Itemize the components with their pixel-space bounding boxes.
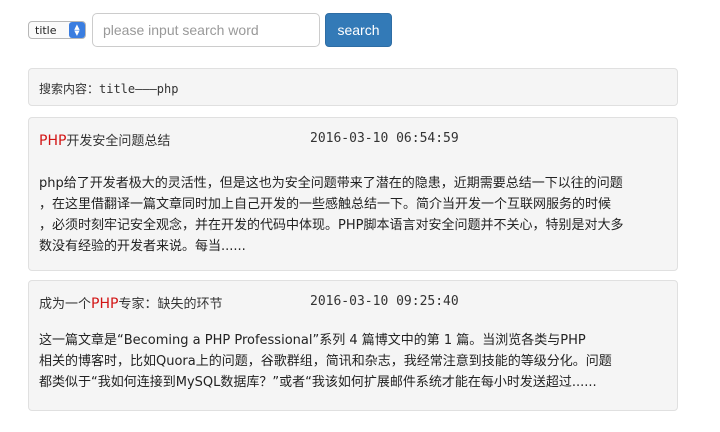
- result-summary: 这一篇文章是“Becoming a PHP Professional”系列 4 …: [39, 330, 669, 393]
- search-query-panel: 搜索内容：title———php: [28, 68, 678, 106]
- search-field-selected-value: title: [35, 23, 57, 37]
- result-title-highlight: PHP: [39, 133, 67, 149]
- result-title-highlight: PHP: [91, 296, 119, 312]
- result-date: 2016-03-10 09:25:40: [310, 294, 459, 309]
- result-title[interactable]: PHP开发安全问题总结: [39, 130, 170, 150]
- summary-line: 都类似于“我如何连接到MySQL数据库？”或者“我该如何扩展邮件系统才能在每小时…: [39, 375, 597, 390]
- search-bar: title ▲▼ search: [28, 13, 392, 47]
- summary-line: ，必须时刻牢记安全观念，并在开发的代码中体现。PHP脚本语言对安全问题并不关心，…: [39, 218, 624, 233]
- search-field-select[interactable]: title ▲ ▼: [28, 21, 86, 39]
- result-summary: php给了开发者极大的灵活性，但是这也为安全问题带来了潜在的隐患，近期需要总结一…: [39, 173, 669, 257]
- result-item: PHP开发安全问题总结 2016-03-10 06:54:59 php给了开发者…: [28, 117, 678, 271]
- result-title-suffix: 开发安全问题总结: [66, 134, 171, 149]
- result-date: 2016-03-10 06:54:59: [310, 131, 459, 146]
- result-item: 成为一个PHP专家：缺失的环节 2016-03-10 09:25:40 这一篇文…: [28, 280, 678, 411]
- summary-line: ，在这里借翻译一篇文章同时加上自己开发的一些感触总结一下。简介当开发一个互联网服…: [39, 197, 612, 212]
- select-arrows-icon: ▲ ▼: [69, 22, 85, 38]
- result-title[interactable]: 成为一个PHP专家：缺失的环节: [39, 293, 222, 313]
- summary-line: 相关的博客时，比如Quora上的问题，谷歌群组，简讯和杂志，我经常注意到技能的等…: [39, 354, 612, 369]
- result-title-suffix: 专家：缺失的环节: [118, 297, 223, 312]
- summary-line: 这一篇文章是“Becoming a PHP Professional”系列 4 …: [39, 333, 586, 348]
- summary-line: 数没有经验的开发者来说。每当......: [39, 239, 246, 254]
- summary-line: php给了开发者极大的灵活性，但是这也为安全问题带来了潜在的隐患，近期需要总结一…: [39, 176, 623, 191]
- result-title-prefix: 成为一个: [39, 297, 92, 312]
- search-input[interactable]: [92, 13, 320, 47]
- search-query-text: 搜索内容：title———php: [39, 82, 179, 96]
- search-button[interactable]: search: [325, 13, 392, 47]
